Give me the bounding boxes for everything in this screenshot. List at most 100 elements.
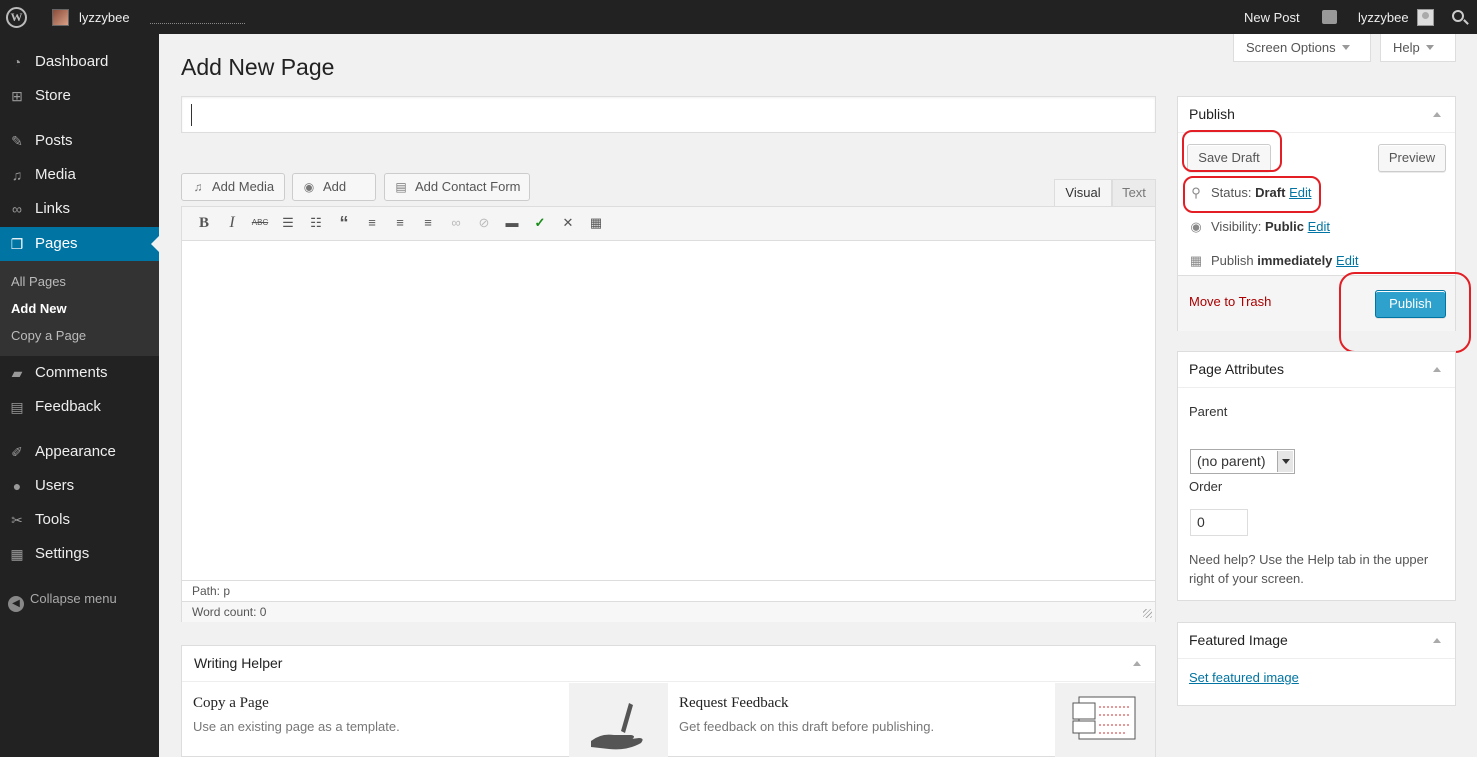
unlink-icon[interactable]: ⊘ [474, 213, 494, 233]
collapse-arrow-icon[interactable] [1433, 112, 1441, 117]
search-icon[interactable] [1452, 10, 1464, 22]
collapse-menu-button[interactable]: ◀ Collapse menu [8, 591, 117, 612]
add-contact-form-button[interactable]: ▤ Add Contact Form [384, 173, 530, 201]
screen-options-tab[interactable]: Screen Options [1233, 34, 1371, 62]
sidebar-item-label: Posts [35, 132, 73, 149]
feedback-icon: ▤ [10, 399, 24, 415]
sidebar-item-label: Links [35, 200, 71, 217]
tab-text[interactable]: Text [1112, 179, 1156, 206]
sidebar-item-label: Feedback [35, 398, 101, 415]
sidebar-item-media[interactable]: ♫ Media [0, 158, 159, 192]
preview-button[interactable]: Preview [1378, 144, 1446, 172]
align-right-icon[interactable]: ≡ [418, 213, 438, 233]
spellcheck-icon[interactable]: ✓ [530, 213, 550, 233]
featured-image-box: Featured Image Set featured image [1177, 622, 1456, 706]
hand-pen-icon [591, 703, 643, 750]
fullscreen-icon[interactable]: ✕ [558, 213, 578, 233]
new-post-link[interactable]: New Post [1244, 10, 1300, 25]
page-attributes-title: Page Attributes [1189, 361, 1284, 377]
sidebar-item-posts[interactable]: ✎ Posts [0, 124, 159, 158]
link-icon[interactable]: ∞ [446, 213, 466, 233]
sidebar-item-users[interactable]: ● Users [0, 469, 159, 503]
user-icon: ● [12, 478, 22, 494]
collapse-arrow-icon[interactable] [1433, 367, 1441, 372]
submenu-all-pages[interactable]: All Pages [11, 274, 66, 289]
eye-icon: ◉ [1190, 219, 1202, 234]
bullet-list-icon[interactable]: ☰ [278, 213, 298, 233]
writing-helper-title: Writing Helper [194, 655, 283, 671]
wordpress-logo-icon[interactable]: W [6, 7, 27, 28]
sidebar-item-dashboard[interactable]: ◔ Dashboard [0, 45, 159, 79]
pin-icon: ⚲ [1191, 185, 1201, 200]
blockquote-icon[interactable]: “ [334, 213, 354, 233]
sidebar-item-comments[interactable]: ▰ Comments [0, 356, 159, 390]
strikethrough-icon[interactable]: ABC [250, 213, 270, 233]
italic-icon[interactable]: I [222, 213, 242, 233]
writing-helper-box: Writing Helper Copy a Page Use an existi… [181, 645, 1156, 757]
parent-select[interactable]: (no parent) [1190, 449, 1295, 474]
sidebar-item-store[interactable]: ⊞ Store [0, 79, 159, 113]
chevron-down-icon [1425, 45, 1434, 50]
site-avatar[interactable] [52, 9, 69, 26]
read-more-icon[interactable]: ▬ [502, 213, 522, 233]
numbered-list-icon[interactable]: ☷ [306, 213, 326, 233]
user-name-link[interactable]: lyzzybee [1358, 10, 1409, 25]
edit-status-link[interactable]: Edit [1289, 185, 1311, 200]
edit-publish-date-link[interactable]: Edit [1336, 253, 1358, 268]
text-cursor [191, 104, 192, 126]
help-tab[interactable]: Help [1380, 34, 1456, 62]
tab-visual[interactable]: Visual [1054, 179, 1112, 206]
edit-visibility-link[interactable]: Edit [1308, 219, 1330, 234]
bold-icon[interactable]: B [194, 213, 214, 233]
parent-select-value: (no parent) [1197, 453, 1266, 469]
add-media-button[interactable]: ♫ Add Media [181, 173, 285, 201]
screen-options-label: Screen Options [1246, 40, 1336, 55]
word-count-text: Word count: 0 [192, 605, 267, 619]
copy-a-page-card-title[interactable]: Copy a Page [193, 695, 269, 712]
comment-icon: ▰ [11, 365, 23, 381]
move-to-trash-link[interactable]: Move to Trash [1189, 294, 1271, 309]
sidebar-item-pages[interactable]: ❐ Pages [0, 227, 159, 261]
chevron-down-icon [1277, 451, 1293, 472]
collapse-arrow-icon[interactable] [1433, 638, 1441, 643]
toolbar-toggle-icon[interactable]: ▦ [586, 213, 606, 233]
user-avatar[interactable] [1417, 9, 1434, 26]
set-featured-image-link[interactable]: Set featured image [1189, 670, 1299, 685]
sidebar-item-links[interactable]: ∞ Links [0, 192, 159, 226]
copy-page-illustration[interactable] [569, 683, 668, 757]
publish-box: Publish Save Draft Preview ⚲ Status: Draf… [1177, 96, 1456, 331]
request-feedback-illustration[interactable] [1055, 683, 1155, 757]
writing-helper-header[interactable] [182, 646, 1155, 682]
media-icon: ♫ [193, 180, 203, 194]
order-input[interactable]: 0 [1190, 509, 1248, 536]
settings-icon: ▦ [10, 546, 24, 562]
submenu-copy-a-page[interactable]: Copy a Page [11, 328, 86, 343]
comment-notification-icon[interactable] [1322, 10, 1337, 24]
content-editor[interactable]: B I ABC ☰ ☷ “ ≡ ≡ ≡ ∞ ⊘ ▬ ✓ ✕ ▦ Path: p … [181, 206, 1156, 622]
pin-icon: ✎ [11, 133, 23, 149]
sidebar-item-feedback[interactable]: ▤ Feedback [0, 390, 159, 424]
publish-button[interactable]: Publish [1375, 290, 1446, 318]
feedback-document-icon [1072, 696, 1136, 740]
site-name-link[interactable]: lyzzybee [79, 10, 130, 25]
link-icon: ∞ [12, 201, 22, 217]
word-count: Word count: 0 [182, 601, 1155, 622]
featured-image-title: Featured Image [1189, 632, 1288, 648]
submenu-add-new[interactable]: Add New [11, 301, 67, 316]
page-title-input[interactable] [181, 96, 1156, 133]
request-feedback-card-desc: Get feedback on this draft before publis… [679, 719, 935, 734]
publish-actions: Move to Trash Publish [1178, 275, 1455, 331]
sidebar-item-tools[interactable]: ✂ Tools [0, 503, 159, 537]
status-value: Draft [1255, 185, 1286, 200]
collapse-arrow-icon[interactable] [1133, 661, 1141, 666]
editor-resize-handle[interactable] [1143, 609, 1152, 618]
sidebar-item-label: Tools [35, 511, 71, 528]
request-feedback-card-title[interactable]: Request Feedback [679, 695, 789, 712]
sidebar-item-appearance[interactable]: ✐ Appearance [0, 435, 159, 469]
align-left-icon[interactable]: ≡ [362, 213, 382, 233]
save-draft-button[interactable]: Save Draft [1187, 144, 1271, 172]
sidebar-item-settings[interactable]: ▦ Settings [0, 537, 159, 571]
chevron-down-icon [1341, 45, 1350, 50]
add-poll-button[interactable]: ◉Add Poll [292, 173, 376, 220]
align-center-icon[interactable]: ≡ [390, 213, 410, 233]
